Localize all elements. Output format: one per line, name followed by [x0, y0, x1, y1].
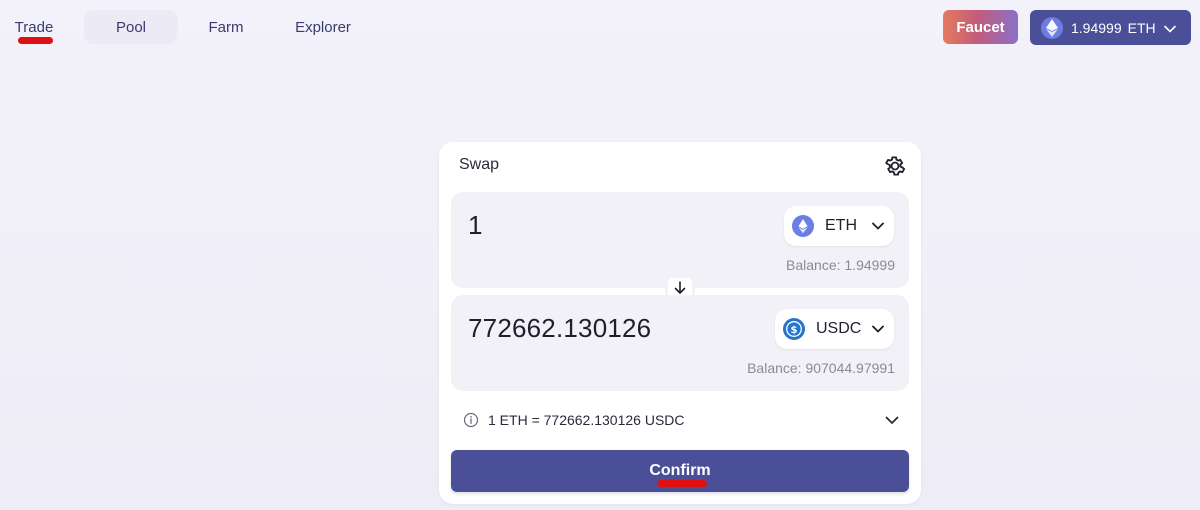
nav-pool-label: Pool [115, 18, 147, 36]
from-token-label: ETH [825, 217, 857, 234]
to-balance: Balance: 907044.97991 [747, 360, 895, 376]
from-balance: Balance: 1.94999 [786, 257, 895, 273]
gear-icon[interactable] [883, 154, 907, 178]
swap-title: Swap [459, 156, 500, 173]
eth-icon [1041, 16, 1063, 39]
to-token-selector[interactable]: $ USDC [775, 309, 894, 349]
exchange-rate: 1 ETH = 772662.130126 USDC [488, 412, 685, 428]
faucet-button[interactable]: Faucet [943, 10, 1018, 44]
trade-highlight-mark [18, 37, 53, 44]
nav-trade-label: Trade [14, 18, 54, 36]
svg-text:$: $ [791, 325, 798, 336]
faucet-label: Faucet [956, 18, 1005, 36]
from-panel: 1 ETH Balance: 1.94999 [451, 192, 909, 288]
from-amount-input[interactable]: 1 [468, 210, 483, 241]
nav-farm-label: Farm [208, 18, 244, 36]
swap-card: Swap 1 ETH Balance: 1.94999 772662.13012… [439, 142, 921, 504]
wallet-symbol: ETH [1127, 19, 1156, 36]
to-panel: 772662.130126 $ USDC Balance: 907044.979… [451, 295, 909, 391]
nav-explorer-label: Explorer [295, 18, 351, 36]
chevron-down-icon [1163, 20, 1176, 36]
confirm-highlight-mark [657, 480, 707, 487]
nav-pool[interactable]: Pool [84, 10, 178, 44]
nav-farm[interactable]: Farm [194, 10, 258, 44]
chevron-down-icon [872, 320, 884, 338]
usdc-icon: $ [783, 318, 805, 340]
chevron-down-icon [885, 412, 899, 430]
top-nav: Trade Pool Farm Explorer Faucet 1.94999 … [0, 0, 1200, 55]
to-token-label: USDC [816, 320, 862, 337]
chevron-down-icon [872, 217, 884, 235]
nav-explorer[interactable]: Explorer [284, 10, 362, 44]
eth-icon [792, 215, 814, 237]
info-icon [463, 412, 479, 428]
to-amount-input[interactable]: 772662.130126 [468, 313, 651, 344]
from-token-selector[interactable]: ETH [784, 206, 894, 246]
wallet-balance: 1.94999 [1071, 19, 1122, 36]
wallet-button[interactable]: 1.94999 ETH [1030, 10, 1191, 45]
confirm-label: Confirm [649, 462, 711, 479]
rate-details-toggle[interactable]: 1 ETH = 772662.130126 USDC [451, 404, 909, 436]
